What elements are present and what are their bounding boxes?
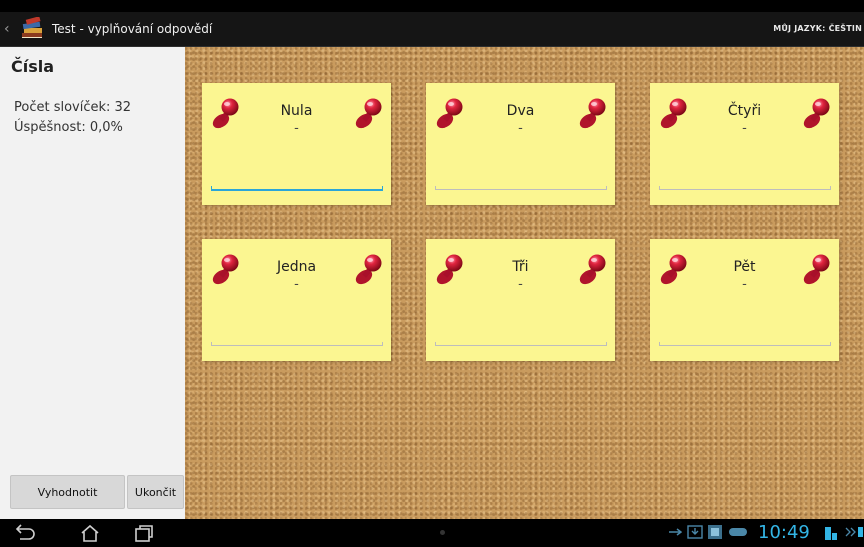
word-label: Dva (506, 103, 535, 119)
word-card: Nula - (202, 83, 391, 205)
word-card: Jedna - (202, 239, 391, 361)
battery-icon (825, 527, 837, 540)
usb-icon (669, 528, 682, 536)
page-dot (440, 530, 445, 535)
download-icon (687, 525, 703, 539)
action-bar: ‹ Test - vyplňování odpovědí MŮJ JAZYK: … (0, 12, 864, 46)
hint-label: - (742, 277, 747, 292)
hint-label: - (742, 121, 747, 136)
answer-input[interactable] (211, 339, 383, 346)
word-label: Pět (733, 259, 756, 275)
clock: 10:49 (758, 522, 810, 543)
word-card: Tři - (426, 239, 615, 361)
answer-input[interactable] (659, 183, 831, 190)
my-language-button[interactable]: MŮJ JAZYK: ČEŠTIN (773, 12, 864, 46)
hint-label: - (518, 277, 523, 292)
word-card: Dva - (426, 83, 615, 205)
up-chevron-icon[interactable]: ‹ (4, 21, 18, 37)
word-label: Tři (512, 259, 529, 275)
sidebar: Čísla Počet slovíček: 32 Úspěšnost: 0,0%… (0, 47, 185, 519)
screenshot-icon (708, 525, 722, 539)
books-app-icon[interactable] (20, 16, 46, 41)
hint-label: - (294, 277, 299, 292)
evaluate-button[interactable]: Vyhodnotit (10, 475, 125, 509)
end-button[interactable]: Ukončit (127, 475, 184, 509)
word-card: Čtyři - (650, 83, 839, 205)
word-label: Čtyři (727, 103, 762, 119)
answer-input[interactable] (211, 183, 383, 191)
success-rate-label: Úspěšnost: 0,0% (14, 120, 123, 135)
home-icon[interactable] (79, 524, 101, 542)
category-heading: Čísla (11, 57, 55, 76)
system-nav-bar: 10:49 (0, 519, 864, 547)
top-band (0, 0, 864, 12)
word-label: Nula (280, 103, 313, 119)
cork-board: Nula - Dva - Čtyři - Jedna - Tři - Pět - (185, 47, 864, 519)
screen-title: Test - vyplňování odpovědí (52, 22, 213, 36)
overflow-chevron-icon[interactable] (844, 525, 864, 539)
hint-label: - (518, 121, 523, 136)
answer-input[interactable] (435, 183, 607, 190)
answer-input[interactable] (659, 339, 831, 346)
word-card: Pět - (650, 239, 839, 361)
gamepad-icon (729, 528, 747, 536)
back-icon[interactable] (14, 524, 36, 542)
answer-input[interactable] (435, 339, 607, 346)
word-count-label: Počet slovíček: 32 (14, 100, 132, 115)
hint-label: - (294, 121, 299, 136)
recent-apps-icon[interactable] (133, 524, 155, 542)
word-label: Jedna (276, 259, 317, 275)
